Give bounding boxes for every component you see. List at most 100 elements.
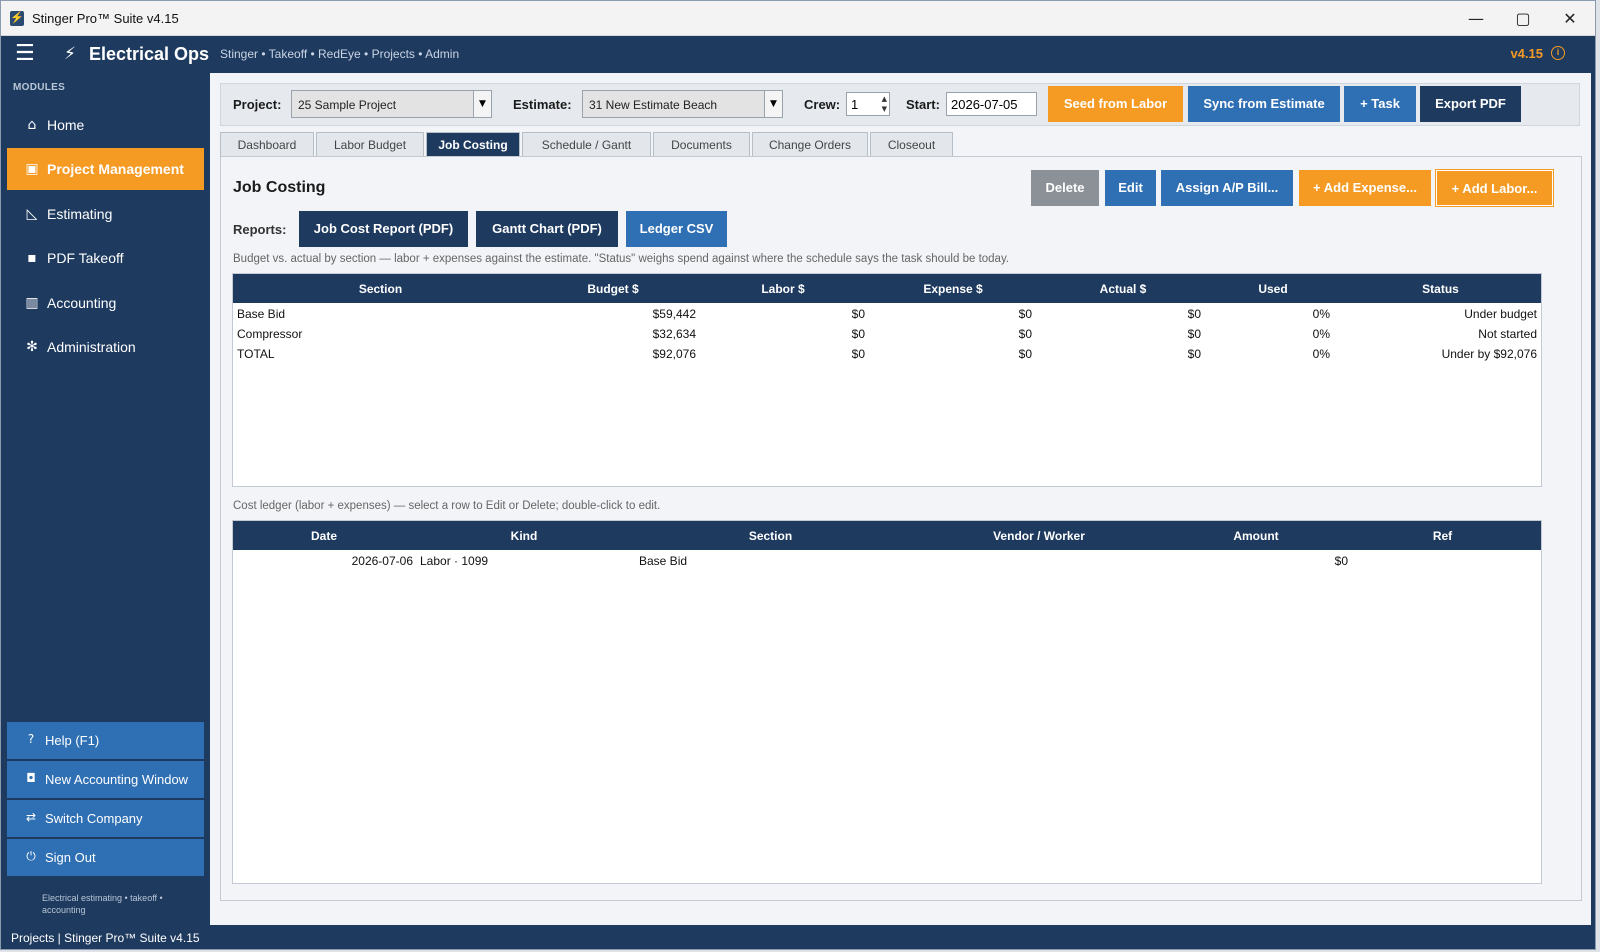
- tab-change-orders[interactable]: Change Orders: [752, 132, 868, 157]
- gear-icon: ✻: [26, 339, 38, 355]
- help-button-label: Help (F1): [45, 733, 100, 748]
- stepper-arrows-icon[interactable]: ▲ ▼: [882, 94, 887, 114]
- cell-section: Base Bid: [639, 554, 688, 568]
- ruler-icon: ◺: [26, 206, 38, 222]
- cell-status: Not started: [1478, 327, 1537, 341]
- tab-schedule-gantt[interactable]: Schedule / Gantt: [522, 132, 651, 157]
- bolt-icon: ⚡: [64, 44, 76, 64]
- chevron-down-icon[interactable]: ▼: [473, 91, 491, 117]
- stepper-down-icon[interactable]: ▼: [882, 105, 887, 113]
- column-header[interactable]: Status: [1338, 282, 1543, 296]
- column-header[interactable]: Section: [233, 282, 528, 296]
- tab-documents[interactable]: Documents: [653, 132, 750, 157]
- new-accounting-window-button[interactable]: ◘ New Accounting Window: [7, 761, 204, 798]
- new-accounting-window-label: New Accounting Window: [45, 772, 189, 787]
- stepper-up-icon[interactable]: ▲: [882, 95, 887, 103]
- reports-label: Reports:: [233, 222, 287, 237]
- sidebar-item-label: Project Management: [47, 161, 184, 177]
- estimate-select[interactable]: 31 New Estimate Beach ▼: [582, 90, 783, 118]
- column-header[interactable]: Budget $: [528, 282, 698, 296]
- table-row[interactable]: Base Bid $59,442 $0 $0 $0 0% Under budge…: [233, 304, 1541, 324]
- sidebar-item-estimating[interactable]: ◺ Estimating: [7, 193, 204, 235]
- tab-job-costing[interactable]: Job Costing: [426, 132, 520, 157]
- app-window: ⚡ Stinger Pro™ Suite v4.15 — ▢ ✕ ☰ ⚡ Ele…: [0, 0, 1596, 950]
- column-header[interactable]: Vendor / Worker: [908, 529, 1170, 543]
- project-select[interactable]: 25 Sample Project ▼: [291, 90, 492, 118]
- start-label: Start:: [906, 97, 940, 112]
- cell-expense: $0: [1018, 327, 1032, 341]
- start-date-value: 2026-07-05: [951, 97, 1018, 112]
- sidebar-tagline: Electrical estimating • takeoff • accoun…: [42, 893, 163, 915]
- ledger-csv-button[interactable]: Ledger CSV: [626, 211, 727, 247]
- sidebar-item-accounting[interactable]: ▥ Accounting: [7, 282, 204, 324]
- table-row[interactable]: TOTAL $92,076 $0 $0 $0 0% Under by $92,0…: [233, 344, 1541, 364]
- cell-budget: $32,634: [652, 327, 696, 341]
- tab-dashboard[interactable]: Dashboard: [220, 132, 314, 157]
- column-header[interactable]: Kind: [415, 529, 633, 543]
- minimize-button[interactable]: —: [1453, 1, 1499, 36]
- table-row[interactable]: Compressor $32,634 $0 $0 $0 0% Not start…: [233, 324, 1541, 344]
- breadcrumb: Stinger • Takeoff • RedEye • Projects • …: [220, 47, 460, 61]
- sidebar-item-label: Home: [47, 117, 85, 133]
- maximize-button[interactable]: ▢: [1500, 1, 1546, 36]
- column-header[interactable]: Actual $: [1038, 282, 1208, 296]
- column-header[interactable]: Expense $: [868, 282, 1038, 296]
- crew-stepper[interactable]: 1 ▲ ▼: [846, 92, 890, 116]
- cell-section: TOTAL: [237, 347, 275, 361]
- window-title: Stinger Pro™ Suite v4.15: [32, 11, 179, 26]
- column-header[interactable]: Section: [633, 529, 908, 543]
- budget-table-header: Section Budget $ Labor $ Expense $ Actua…: [233, 274, 1541, 303]
- status-bar: Projects | Stinger Pro™ Suite v4.15: [1, 925, 1595, 949]
- add-expense-button[interactable]: + Add Expense...: [1299, 170, 1431, 206]
- export-pdf-button[interactable]: Export PDF: [1420, 86, 1521, 122]
- cell-expense: $0: [1018, 347, 1032, 361]
- switch-company-label: Switch Company: [45, 811, 143, 826]
- sync-from-estimate-button[interactable]: Sync from Estimate: [1188, 86, 1340, 122]
- project-label: Project:: [233, 97, 282, 112]
- assign-ap-bill-button[interactable]: Assign A/P Bill...: [1161, 170, 1293, 206]
- status-text: Projects | Stinger Pro™ Suite v4.15: [11, 931, 200, 945]
- delete-button[interactable]: Delete: [1031, 170, 1099, 206]
- seed-from-labor-button[interactable]: Seed from Labor: [1048, 86, 1183, 122]
- sidebar-item-home[interactable]: ⌂ Home: [7, 104, 204, 146]
- sidebar-item-pdf-takeoff[interactable]: ▪ PDF Takeoff: [7, 237, 204, 279]
- home-icon: ⌂: [27, 117, 37, 133]
- job-costing-panel: Job Costing Delete Edit Assign A/P Bill.…: [220, 156, 1582, 901]
- help-button[interactable]: ? Help (F1): [7, 722, 204, 759]
- sidebar-item-administration[interactable]: ✻ Administration: [7, 326, 204, 368]
- column-header[interactable]: Labor $: [698, 282, 868, 296]
- job-cost-report-button[interactable]: Job Cost Report (PDF): [299, 211, 468, 247]
- add-task-button[interactable]: + Task: [1344, 86, 1416, 122]
- ledger-table[interactable]: Date Kind Section Vendor / Worker Amount…: [232, 520, 1542, 884]
- cell-labor: $0: [851, 307, 865, 321]
- column-header[interactable]: Ref: [1342, 529, 1543, 543]
- crew-value: 1: [851, 97, 859, 112]
- cell-labor: $0: [851, 327, 865, 341]
- tab-labor-budget[interactable]: Labor Budget: [316, 132, 424, 157]
- column-header[interactable]: Date: [233, 529, 415, 543]
- gantt-chart-button[interactable]: Gantt Chart (PDF): [476, 211, 618, 247]
- cell-used: 0%: [1312, 327, 1330, 341]
- cell-section: Base Bid: [237, 307, 286, 321]
- cell-used: 0%: [1312, 307, 1330, 321]
- cell-actual: $0: [1187, 327, 1201, 341]
- edit-button[interactable]: Edit: [1105, 170, 1156, 206]
- column-header[interactable]: Used: [1208, 282, 1338, 296]
- close-button[interactable]: ✕: [1547, 1, 1593, 36]
- table-row[interactable]: 2026-07-06 Labor · 1099 Base Bid $0: [233, 551, 1541, 571]
- column-header[interactable]: Amount: [1170, 529, 1342, 543]
- switch-company-button[interactable]: ⇄ Switch Company: [7, 800, 204, 837]
- start-date-field[interactable]: 2026-07-05: [946, 92, 1037, 116]
- main-content: Project: 25 Sample Project ▼ Estimate: 3…: [210, 73, 1591, 925]
- chart-icon: ▥: [25, 295, 39, 311]
- project-icon: ▣: [25, 161, 39, 177]
- hamburger-menu-icon[interactable]: ☰: [15, 43, 35, 65]
- info-icon[interactable]: i: [1551, 46, 1565, 60]
- sidebar-item-project-management[interactable]: ▣ Project Management: [7, 148, 204, 190]
- tab-closeout[interactable]: Closeout: [870, 132, 953, 157]
- add-labor-button[interactable]: + Add Labor...: [1435, 169, 1554, 207]
- budget-table[interactable]: Section Budget $ Labor $ Expense $ Actua…: [232, 273, 1542, 487]
- chevron-down-icon[interactable]: ▼: [764, 91, 782, 117]
- modules-label: MODULES: [13, 82, 66, 93]
- sign-out-button[interactable]: ⏻ Sign Out: [7, 839, 204, 876]
